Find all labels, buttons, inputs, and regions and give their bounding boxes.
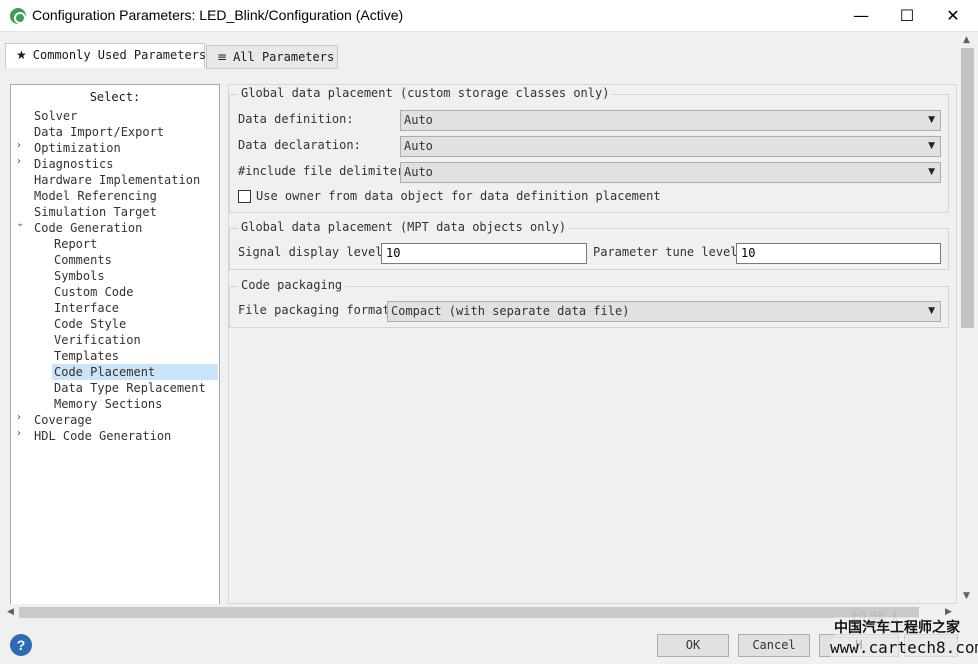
file-packaging-format-label: File packaging format: — [238, 303, 397, 317]
tab-commonly-used-parameters[interactable]: ★ Commonly Used Parameters — [5, 43, 207, 68]
tree-item-templates[interactable]: Templates — [54, 348, 119, 364]
help-icon[interactable]: ? — [10, 634, 32, 656]
tree-item-report[interactable]: Report — [54, 236, 97, 252]
close-button[interactable]: ✕ — [930, 0, 976, 31]
data-declaration-label: Data declaration: — [238, 138, 361, 152]
tree-item-comments[interactable]: Comments — [54, 252, 112, 268]
scroll-left-icon[interactable]: ◀ — [7, 607, 14, 617]
title-bar: Configuration Parameters: LED_Blink/Conf… — [0, 0, 978, 32]
minimize-button[interactable]: — — [838, 0, 884, 31]
data-definition-dropdown[interactable]: Auto ▼ — [400, 110, 941, 131]
scroll-right-icon[interactable]: ▶ — [945, 607, 952, 617]
dropdown-arrow-icon: ▼ — [928, 141, 935, 151]
parameter-panel: Global data placement (custom storage cl… — [228, 84, 957, 604]
dropdown-arrow-icon: ▼ — [928, 167, 935, 177]
dropdown-value: Compact (with separate data file) — [391, 304, 630, 318]
watermark-url: www.cartech8.com — [830, 638, 978, 657]
horizontal-scrollbar[interactable]: ◀ ▶ — [4, 604, 958, 621]
dropdown-value: Auto — [404, 139, 433, 153]
chevron-right-icon[interactable]: › — [17, 428, 21, 439]
vertical-scrollbar[interactable]: ▲ ▼ — [959, 33, 976, 604]
tree-item-model-referencing[interactable]: Model Referencing — [34, 188, 157, 204]
category-tree: Select: › › ⌄ › › Solver Data Import/Exp… — [10, 84, 220, 606]
chevron-down-icon[interactable]: ⌄ — [16, 218, 24, 229]
parameter-tune-level-input[interactable]: 10 — [736, 243, 941, 264]
dropdown-value: Auto — [404, 113, 433, 127]
tree-item-code-placement[interactable]: Code Placement — [52, 364, 218, 380]
data-definition-label: Data definition: — [238, 112, 354, 126]
mpt-group: Global data placement (MPT data objects … — [229, 220, 949, 270]
tree-item-hdl-code-generation[interactable]: HDL Code Generation — [34, 428, 171, 444]
tree-header: Select: — [89, 90, 141, 104]
tree-item-diagnostics[interactable]: Diagnostics — [34, 156, 113, 172]
custom-storage-group: Global data placement (custom storage cl… — [229, 86, 949, 213]
tree-item-hardware-implementation[interactable]: Hardware Implementation — [34, 172, 200, 188]
tree-item-memory-sections[interactable]: Memory Sections — [54, 396, 162, 412]
chevron-right-icon[interactable]: › — [17, 140, 21, 151]
tree-item-coverage[interactable]: Coverage — [34, 412, 92, 428]
chevron-right-icon[interactable]: › — [17, 156, 21, 167]
data-declaration-dropdown[interactable]: Auto ▼ — [400, 136, 941, 157]
tree-item-optimization[interactable]: Optimization — [34, 140, 121, 156]
ok-button[interactable]: OK — [657, 634, 729, 657]
horizontal-scroll-thumb[interactable] — [19, 607, 919, 618]
simulink-app-icon — [10, 8, 26, 24]
file-packaging-format-dropdown[interactable]: Compact (with separate data file) ▼ — [387, 301, 941, 322]
dropdown-arrow-icon: ▼ — [928, 306, 935, 316]
owner-placement-checkbox[interactable] — [238, 190, 251, 203]
signal-display-level-input[interactable]: 10 — [381, 243, 587, 264]
dropdown-arrow-icon: ▼ — [928, 115, 935, 125]
include-delimiter-label: #include file delimiter: — [238, 164, 412, 178]
tree-item-data-import-export[interactable]: Data Import/Export — [34, 124, 164, 140]
tree-item-simulation-target[interactable]: Simulation Target — [34, 204, 157, 220]
include-delimiter-dropdown[interactable]: Auto ▼ — [400, 162, 941, 183]
tree-item-code-generation[interactable]: Code Generation — [34, 220, 142, 236]
tab-label: Commonly Used Parameters — [32, 48, 207, 62]
dropdown-value: Auto — [404, 165, 433, 179]
signal-display-level-label: Signal display level: — [238, 245, 390, 259]
cancel-button[interactable]: Cancel — [738, 634, 810, 657]
tree-item-code-style[interactable]: Code Style — [54, 316, 126, 332]
parameter-tune-level-label: Parameter tune level: — [593, 245, 745, 259]
window-title: Configuration Parameters: LED_Blink/Conf… — [32, 7, 404, 23]
tab-all-parameters[interactable]: ≡ All Parameters — [206, 45, 338, 69]
tree-item-symbols[interactable]: Symbols — [54, 268, 105, 284]
tree-item-interface[interactable]: Interface — [54, 300, 119, 316]
tab-label: All Parameters — [233, 50, 335, 64]
tree-item-verification[interactable]: Verification — [54, 332, 141, 348]
star-icon: ★ — [16, 48, 27, 62]
watermark-middle: 中国汽车工程师之家 — [834, 617, 960, 637]
scroll-down-icon[interactable]: ▼ — [963, 591, 970, 601]
maximize-button[interactable]: ☐ — [884, 0, 930, 31]
group-legend: Global data placement (custom storage cl… — [238, 86, 613, 100]
group-legend: Code packaging — [238, 278, 346, 292]
owner-placement-label: Use owner from data object for data defi… — [256, 189, 661, 203]
list-icon: ≡ — [217, 50, 228, 64]
tree-item-data-type-replacement[interactable]: Data Type Replacement — [54, 380, 206, 396]
vertical-scroll-thumb[interactable] — [961, 48, 974, 328]
code-packaging-group: Code packaging File packaging format: Co… — [229, 278, 949, 328]
chevron-right-icon[interactable]: › — [17, 412, 21, 423]
group-legend: Global data placement (MPT data objects … — [238, 220, 570, 234]
scroll-up-icon[interactable]: ▲ — [963, 35, 970, 45]
tree-item-solver[interactable]: Solver — [34, 108, 77, 124]
tree-item-custom-code[interactable]: Custom Code — [54, 284, 133, 300]
